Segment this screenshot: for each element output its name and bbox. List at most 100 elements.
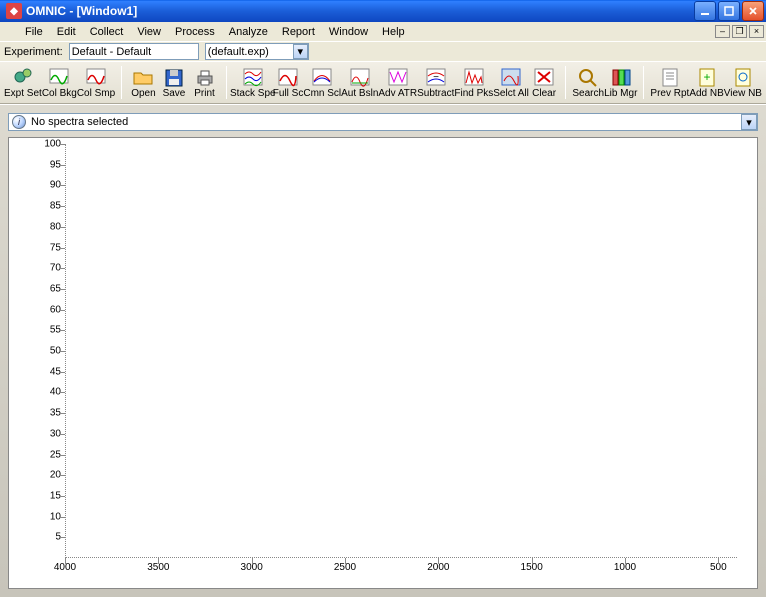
toolbar-label: Full Sc (273, 89, 304, 99)
toolbar-clear[interactable]: Clear (529, 64, 560, 101)
toolbar-stack-spe[interactable]: Stack Spe (233, 64, 273, 101)
prev-rpt-icon (658, 66, 682, 88)
y-tick-mark (59, 413, 65, 414)
x-tick-mark (625, 558, 626, 564)
cmn-scl-icon (310, 66, 334, 88)
menu-edit[interactable]: Edit (50, 24, 83, 40)
x-tick-mark (252, 558, 253, 564)
toolbar-expt-set[interactable]: Expt Set (4, 64, 42, 101)
stack-spe-icon (241, 66, 265, 88)
mdi-minimize-button[interactable]: – (715, 25, 730, 38)
toolbar-lib-mgr[interactable]: Lib Mgr (604, 64, 637, 101)
y-tick-mark (59, 372, 65, 373)
toolbar-label: Search (572, 89, 604, 99)
menu-process[interactable]: Process (168, 24, 222, 40)
y-tick-mark (59, 185, 65, 186)
adv-atr-icon (386, 66, 410, 88)
x-tick-mark (65, 558, 66, 564)
toolbar-aut-bsln[interactable]: Aut Bsln (341, 64, 378, 101)
maximize-button[interactable] (718, 1, 740, 21)
y-tick-mark (59, 289, 65, 290)
spectra-status-bar[interactable]: i No spectra selected ▾ (8, 113, 758, 131)
y-tick-mark (59, 165, 65, 166)
toolbar-label: Add NB (689, 89, 723, 99)
toolbar-adv-atr[interactable]: Adv ATR (378, 64, 417, 101)
plot-axes (65, 144, 737, 558)
toolbar-full-sc[interactable]: Full Sc (273, 64, 304, 101)
y-tick-label: 35 (31, 408, 61, 419)
y-tick-label: 5 (31, 532, 61, 543)
experiment-name-combo[interactable]: Default - Default (69, 43, 199, 60)
toolbar-label: Cmn Scl (303, 89, 341, 99)
window-titlebar: ◆ OMNIC - [Window1] (0, 0, 766, 22)
aut-bsln-icon (348, 66, 372, 88)
status-dropdown-button[interactable]: ▾ (741, 114, 757, 130)
y-tick-mark (59, 517, 65, 518)
toolbar-col-bkg[interactable]: Col Bkg (42, 64, 77, 101)
find-pks-icon (462, 66, 486, 88)
toolbar-label: Print (194, 89, 215, 99)
experiment-label: Experiment: (4, 46, 63, 58)
subtract-icon: − (424, 66, 448, 88)
toolbar-label: View NB (724, 89, 762, 99)
y-tick-label: 20 (31, 470, 61, 481)
menu-bar: File Edit Collect View Process Analyze R… (0, 22, 766, 41)
experiment-bar: Experiment: Default - Default (default.e… (0, 41, 766, 61)
y-tick-label: 25 (31, 449, 61, 460)
toolbar-label: Subtract (417, 89, 454, 99)
menu-help[interactable]: Help (375, 24, 412, 40)
x-tick-mark (345, 558, 346, 564)
minimize-button[interactable] (694, 1, 716, 21)
y-tick-mark (59, 351, 65, 352)
menu-report[interactable]: Report (275, 24, 322, 40)
workspace: i No spectra selected ▾ 5101520253035404… (0, 104, 766, 597)
y-tick-mark (59, 392, 65, 393)
toolbar-label: Aut Bsln (341, 89, 378, 99)
y-tick-label: 45 (31, 366, 61, 377)
y-tick-mark (59, 330, 65, 331)
menu-analyze[interactable]: Analyze (222, 24, 275, 40)
toolbar-open[interactable]: Open (128, 64, 159, 101)
experiment-file-combo[interactable]: (default.exp) ▾ (205, 43, 309, 60)
y-tick-label: 95 (31, 159, 61, 170)
toolbar-selct-all[interactable]: Selct All (493, 64, 529, 101)
y-tick-label: 65 (31, 283, 61, 294)
main-toolbar: Expt SetCol BkgCol Smp Open Save Print Stack… (0, 61, 766, 104)
toolbar-view-nb[interactable]: View NB (724, 64, 762, 101)
menu-file[interactable]: File (18, 24, 50, 40)
y-tick-mark (59, 310, 65, 311)
toolbar-label: Selct All (493, 89, 529, 99)
toolbar-add-nb[interactable]: + Add NB (689, 64, 723, 101)
experiment-name-value: Default - Default (72, 46, 196, 58)
y-tick-label: 55 (31, 325, 61, 336)
y-tick-label: 75 (31, 242, 61, 253)
full-sc-icon (276, 66, 300, 88)
toolbar-print[interactable]: Print (189, 64, 220, 101)
toolbar-col-smp[interactable]: Col Smp (77, 64, 115, 101)
menu-collect[interactable]: Collect (83, 24, 131, 40)
menu-window[interactable]: Window (322, 24, 375, 40)
toolbar-save[interactable]: Save (159, 64, 190, 101)
spectrum-plot[interactable]: 5101520253035404550556065707580859095100… (8, 137, 758, 589)
mdi-close-button[interactable]: × (749, 25, 764, 38)
mdi-restore-button[interactable]: ❐ (732, 25, 747, 38)
toolbar-label: Save (163, 89, 186, 99)
y-tick-mark (59, 248, 65, 249)
close-button[interactable] (742, 1, 764, 21)
toolbar-subtract[interactable]: −Subtract (417, 64, 454, 101)
toolbar-prev-rpt[interactable]: Prev Rpt (650, 64, 689, 101)
y-tick-mark (59, 475, 65, 476)
toolbar-cmn-scl[interactable]: Cmn Scl (303, 64, 341, 101)
y-tick-mark (59, 434, 65, 435)
toolbar-find-pks[interactable]: Find Pks (454, 64, 493, 101)
status-message: No spectra selected (31, 116, 128, 128)
col-smp-icon (84, 66, 108, 88)
x-tick-mark (532, 558, 533, 564)
menu-view[interactable]: View (130, 24, 168, 40)
selct-all-icon (499, 66, 523, 88)
x-tick-mark (718, 558, 719, 564)
chevron-down-icon: ▾ (293, 44, 308, 59)
svg-text:+: + (703, 70, 710, 84)
toolbar-search[interactable]: Search (572, 64, 604, 101)
toolbar-label: Stack Spe (230, 89, 276, 99)
